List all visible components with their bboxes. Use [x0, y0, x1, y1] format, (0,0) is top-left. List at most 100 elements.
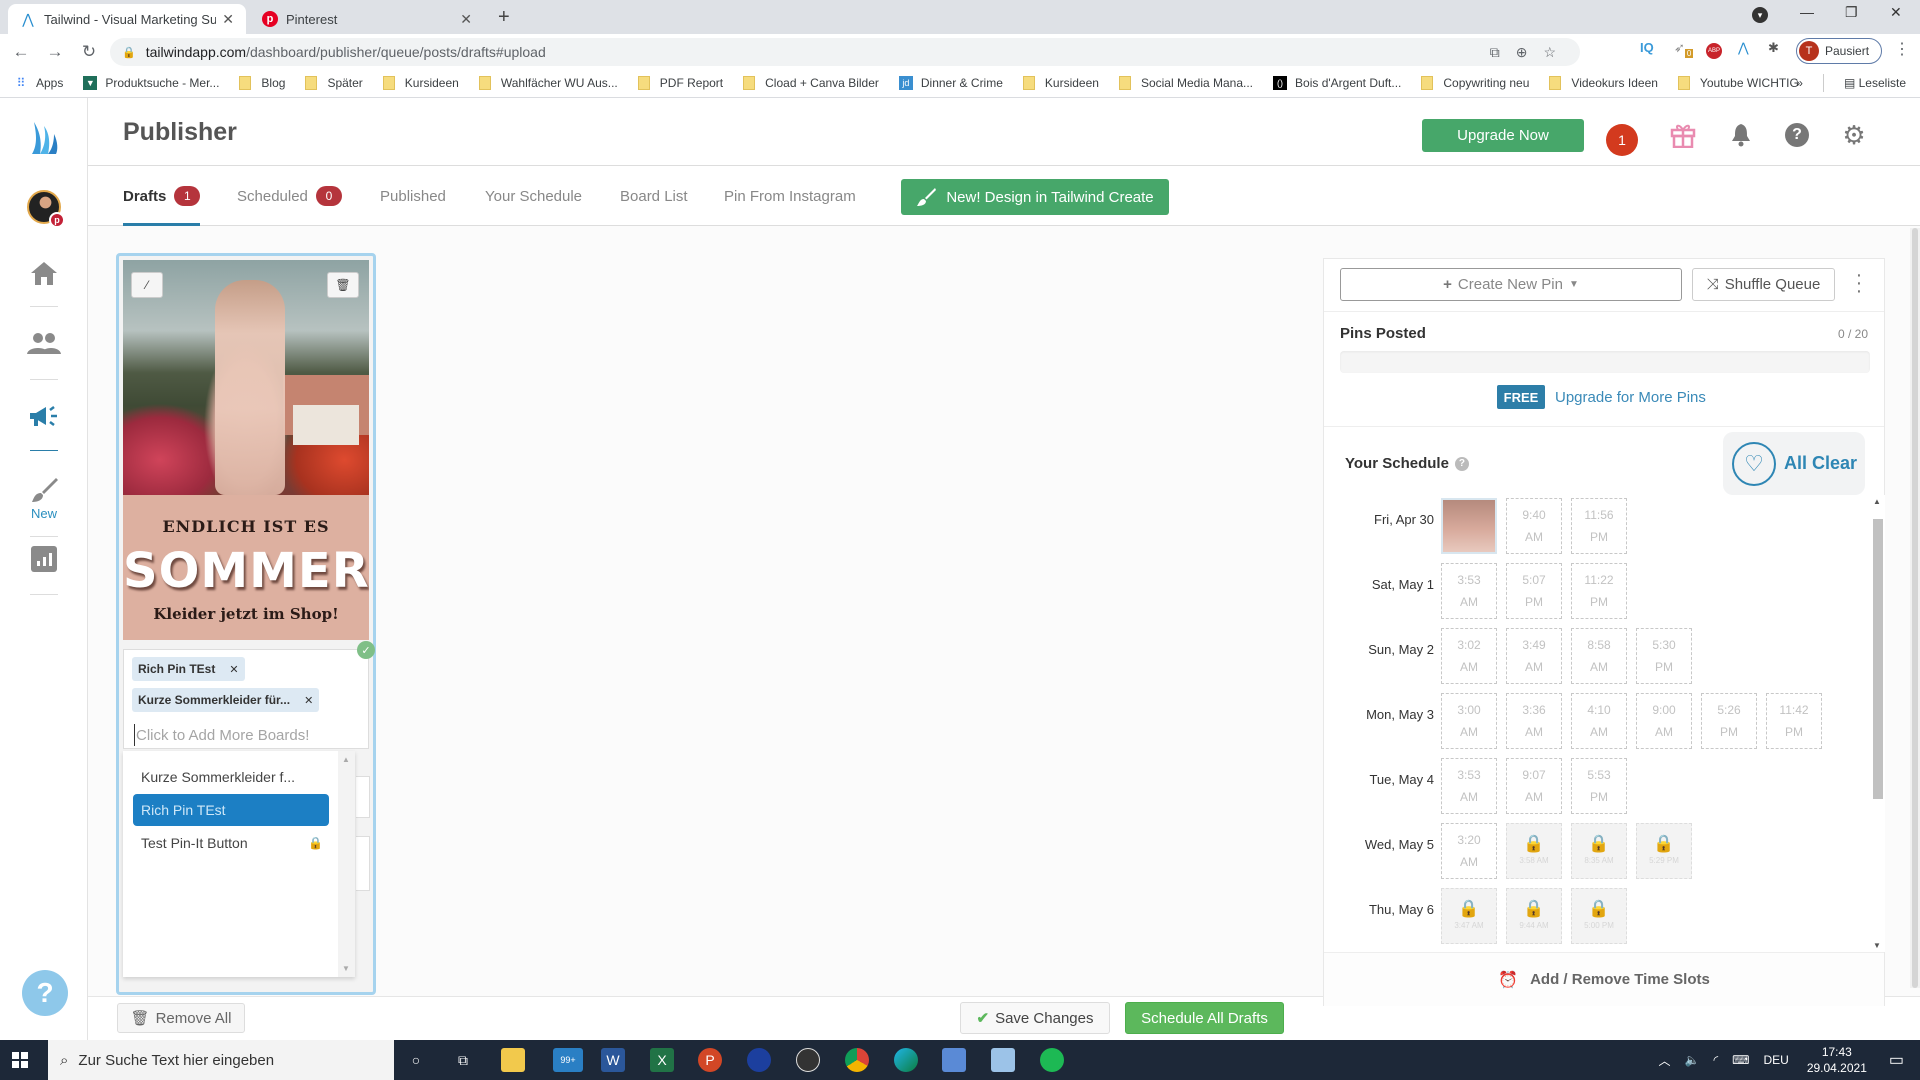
- task-view-icon[interactable]: ⧉: [451, 1048, 475, 1072]
- sidebar-account[interactable]: p: [0, 190, 88, 228]
- notification-count-badge[interactable]: 1: [1606, 124, 1638, 156]
- empty-time-slot[interactable]: 3:53 AM: [1441, 758, 1497, 814]
- taskbar-search[interactable]: ⌕ Zur Suche Text hier eingeben: [48, 1040, 394, 1080]
- dropdown-option[interactable]: Test Pin-It Button 🔒: [133, 827, 329, 859]
- browser-menu-icon[interactable]: ⋮: [1894, 39, 1910, 59]
- empty-time-slot[interactable]: 3:20 AM: [1441, 823, 1497, 879]
- scheduled-pin-thumbnail[interactable]: [1441, 498, 1497, 554]
- address-bar[interactable]: 🔒 tailwindapp.com/dashboard/publisher/qu…: [110, 38, 1580, 66]
- add-boards-input[interactable]: [134, 724, 354, 746]
- page-scrollbar[interactable]: [1910, 228, 1920, 988]
- empty-time-slot[interactable]: 4:10 AM: [1571, 693, 1627, 749]
- tab-your-schedule[interactable]: Your Schedule: [485, 166, 582, 226]
- scroll-down-arrow[interactable]: ▼: [1873, 941, 1881, 950]
- design-in-tailwind-create-button[interactable]: New! Design in Tailwind Create: [901, 179, 1169, 215]
- empty-time-slot[interactable]: 11:42 PM: [1766, 693, 1822, 749]
- scrollbar-thumb[interactable]: [1873, 519, 1883, 799]
- extensions-puzzle-icon[interactable]: ✱: [1768, 40, 1779, 56]
- empty-time-slot[interactable]: 5:53 PM: [1571, 758, 1627, 814]
- language-indicator[interactable]: DEU: [1763, 1053, 1788, 1067]
- locked-time-slot[interactable]: 🔒 5:29 PM: [1636, 823, 1692, 879]
- upgrade-more-pins-link[interactable]: Upgrade for More Pins: [1555, 389, 1706, 406]
- create-new-pin-button[interactable]: + Create New Pin ▼: [1340, 268, 1682, 301]
- notepad-icon[interactable]: [991, 1048, 1015, 1072]
- bookmark-star-icon[interactable]: ☆: [1543, 44, 1556, 61]
- bookmark-item[interactable]: Wahlfächer WU Aus...: [478, 76, 618, 90]
- adblock-icon[interactable]: ABP: [1706, 43, 1722, 59]
- app-icon[interactable]: [747, 1048, 771, 1072]
- edit-image-button[interactable]: ⁄: [131, 272, 163, 298]
- scroll-up-arrow[interactable]: ▲: [342, 755, 350, 764]
- close-tab-icon[interactable]: ✕: [460, 11, 472, 28]
- hidden-field[interactable]: [356, 836, 370, 891]
- settings-gear-icon[interactable]: ⚙: [1841, 120, 1867, 150]
- edge-icon[interactable]: [894, 1048, 918, 1072]
- notifications-icon[interactable]: ▭: [1889, 1050, 1904, 1070]
- empty-time-slot[interactable]: 5:07 PM: [1506, 563, 1562, 619]
- bookmark-item[interactable]: Youtube WICHTIG: [1677, 76, 1799, 90]
- help-icon[interactable]: ?: [1784, 122, 1810, 148]
- add-remove-time-slots-button[interactable]: ⏰ Add / Remove Time Slots: [1324, 952, 1884, 1006]
- reload-button[interactable]: ↻: [76, 42, 102, 62]
- bookmark-item[interactable]: Blog: [239, 76, 285, 90]
- schedule-scrollbar[interactable]: ▲ ▼: [1869, 495, 1885, 952]
- scroll-up-arrow[interactable]: ▲: [1873, 497, 1881, 506]
- word-icon[interactable]: W: [601, 1048, 625, 1072]
- empty-time-slot[interactable]: 3:53 AM: [1441, 563, 1497, 619]
- tailwind-extension-icon[interactable]: ⋀: [1738, 40, 1749, 56]
- bookmark-item[interactable]: Social Media Mana...: [1118, 76, 1253, 90]
- bookmark-item[interactable]: Videokurs Ideen: [1549, 76, 1658, 90]
- sidebar-item-home[interactable]: [0, 260, 88, 286]
- empty-time-slot[interactable]: 11:56 PM: [1571, 498, 1627, 554]
- forward-button[interactable]: →: [42, 42, 68, 62]
- bookmark-item[interactable]: ▼ Produktsuche - Mer...: [83, 76, 219, 90]
- empty-time-slot[interactable]: 3:49 AM: [1506, 628, 1562, 684]
- remove-board-icon[interactable]: ✕: [304, 694, 313, 707]
- empty-time-slot[interactable]: 9:07 AM: [1506, 758, 1562, 814]
- locked-time-slot[interactable]: 🔒 5:00 PM: [1571, 888, 1627, 944]
- dropdown-scrollbar[interactable]: ▲ ▼: [338, 751, 355, 977]
- bookmark-item[interactable]: Kursideen: [1022, 76, 1099, 90]
- back-button[interactable]: ←: [8, 42, 34, 62]
- bookmark-item[interactable]: Später: [305, 76, 363, 90]
- tab-search-icon[interactable]: ▾: [1752, 7, 1768, 23]
- windows-start-button[interactable]: [12, 1052, 28, 1068]
- sidebar-item-create[interactable]: New: [0, 476, 88, 521]
- bookmark-item[interactable]: jd Dinner & Crime: [898, 76, 1003, 90]
- help-circle-icon[interactable]: ?: [1454, 456, 1469, 471]
- gift-icon[interactable]: [1670, 122, 1696, 148]
- close-tab-icon[interactable]: ✕: [222, 11, 234, 28]
- locked-time-slot[interactable]: 🔒 9:44 AM: [1506, 888, 1562, 944]
- save-changes-button[interactable]: ✔ Save Changes: [960, 1002, 1110, 1034]
- powerpoint-icon[interactable]: P: [698, 1048, 722, 1072]
- wifi-icon[interactable]: ◜: [1713, 1053, 1718, 1067]
- more-options-icon[interactable]: · · ·: [1854, 265, 1864, 301]
- mail-icon[interactable]: 99+: [553, 1048, 583, 1072]
- dropdown-option[interactable]: Kurze Sommerkleider f...: [133, 761, 329, 793]
- keyboard-icon[interactable]: ⌨: [1732, 1053, 1749, 1067]
- bookmark-item[interactable]: PDF Report: [637, 76, 723, 90]
- tray-chevron-icon[interactable]: ︿: [1659, 1052, 1671, 1069]
- bell-icon[interactable]: [1728, 122, 1754, 148]
- delete-pin-button[interactable]: 🗑: [327, 272, 359, 298]
- schedule-all-drafts-button[interactable]: Schedule All Drafts: [1125, 1002, 1284, 1034]
- bookmark-item[interactable]: Copywriting neu: [1421, 76, 1529, 90]
- cortana-icon[interactable]: ○: [404, 1048, 428, 1072]
- tab-drafts[interactable]: Drafts 1: [123, 166, 201, 226]
- sidebar-item-communities[interactable]: [0, 332, 88, 356]
- chrome-icon[interactable]: [845, 1048, 869, 1072]
- excel-icon[interactable]: X: [650, 1048, 674, 1072]
- bookmark-item[interactable]: Kursideen: [382, 76, 459, 90]
- locked-time-slot[interactable]: 🔒 3:47 AM: [1441, 888, 1497, 944]
- empty-time-slot[interactable]: 11:22 PM: [1571, 563, 1627, 619]
- bookmark-item[interactable]: () Bois d'Argent Duft...: [1273, 76, 1401, 90]
- tab-pin-from-instagram[interactable]: Pin From Instagram: [724, 166, 856, 226]
- empty-time-slot[interactable]: 5:26 PM: [1701, 693, 1757, 749]
- volume-icon[interactable]: 🔈: [1685, 1053, 1700, 1067]
- help-chat-button[interactable]: ?: [22, 970, 68, 1016]
- tab-board-list[interactable]: Board List: [620, 166, 688, 226]
- scroll-down-arrow[interactable]: ▼: [342, 964, 350, 973]
- empty-time-slot[interactable]: 9:00 AM: [1636, 693, 1692, 749]
- empty-time-slot[interactable]: 8:58 AM: [1571, 628, 1627, 684]
- scrollbar-thumb[interactable]: [1912, 228, 1918, 988]
